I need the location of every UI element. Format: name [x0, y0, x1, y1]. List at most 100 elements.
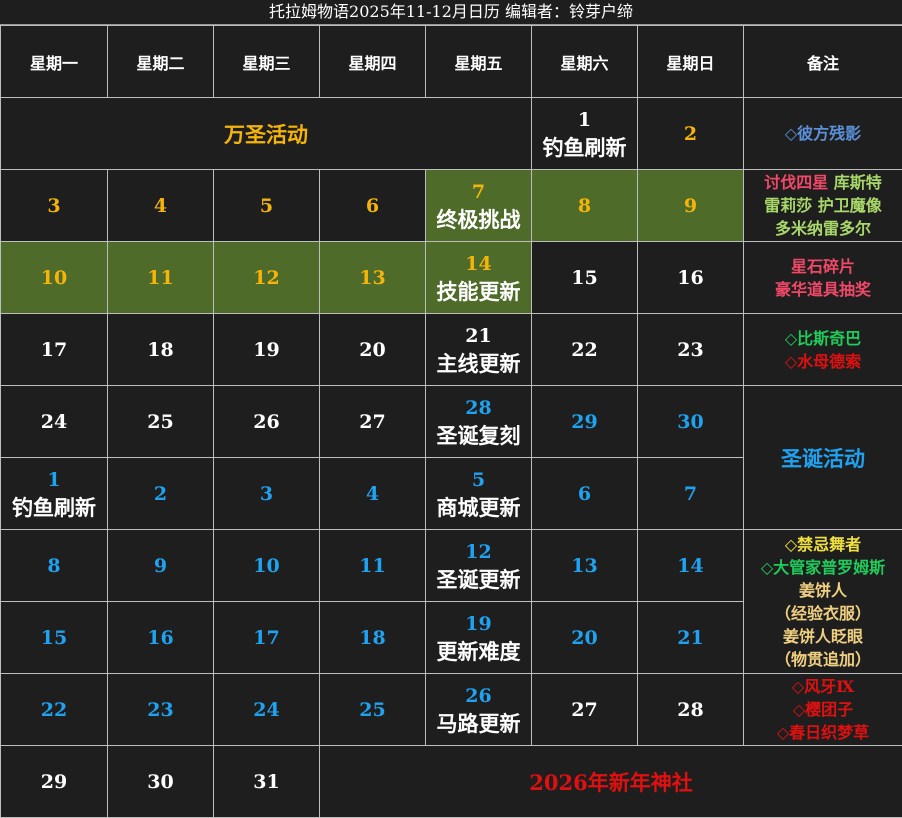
day-cell: 3	[1, 170, 108, 242]
day-cell: 21主线更新	[426, 314, 532, 386]
day-number: 25	[320, 696, 425, 724]
day-cell: 20	[320, 314, 426, 386]
day-number: 17	[214, 624, 319, 652]
day-cell: 2	[638, 98, 744, 170]
header-tue: 星期二	[108, 26, 214, 98]
day-cell: 3	[214, 458, 320, 530]
day-cell: 9	[638, 170, 744, 242]
day-cell: 23	[108, 674, 214, 746]
day-number: 3	[214, 480, 319, 508]
header-thu: 星期四	[320, 26, 426, 98]
note-text: 多米纳雷多尔	[744, 217, 902, 240]
day-cell: 24	[1, 386, 108, 458]
day-cell: 13	[320, 242, 426, 314]
note-cell: 讨伐四星 库斯特 雷莉莎 护卫魔像 多米纳雷多尔	[744, 170, 902, 242]
day-number: 13	[320, 264, 425, 292]
day-cell: 13	[532, 530, 638, 602]
header-sun: 星期日	[638, 26, 744, 98]
day-number: 5	[214, 192, 319, 220]
day-number: 15	[532, 264, 637, 292]
week-row: 22 23 24 25 26马路更新 27 28 ◇风牙Ⅸ ◇樱团子 ◇春日织梦…	[1, 674, 902, 746]
note-text: 姜饼人	[744, 579, 902, 602]
day-cell: 16	[638, 242, 744, 314]
header-sat: 星期六	[532, 26, 638, 98]
day-number: 29	[1, 768, 107, 796]
day-cell: 27	[320, 386, 426, 458]
note-text: （经验衣服）	[744, 602, 902, 625]
note-text: 姜饼人眨眼	[744, 625, 902, 648]
day-cell: 19	[214, 314, 320, 386]
day-cell: 25	[320, 674, 426, 746]
note-text: ◇彼方残影	[744, 122, 902, 145]
day-cell: 9	[108, 530, 214, 602]
day-number: 13	[532, 552, 637, 580]
day-number: 30	[638, 408, 743, 436]
day-number: 11	[108, 264, 213, 292]
day-cell: 29	[1, 746, 108, 818]
day-number: 2	[108, 480, 213, 508]
note-text: ◇大管家普罗姆斯	[744, 556, 902, 579]
header-mon: 星期一	[1, 26, 108, 98]
day-number: 21	[426, 322, 531, 350]
day-event: 圣诞更新	[426, 566, 531, 594]
day-number: 3	[1, 192, 107, 220]
day-number: 9	[638, 192, 743, 220]
day-cell: 7终极挑战	[426, 170, 532, 242]
note-text: ◇樱团子	[744, 698, 902, 721]
day-cell: 18	[108, 314, 214, 386]
day-number: 9	[108, 552, 213, 580]
header-fri: 星期五	[426, 26, 532, 98]
note-cell: ◇彼方残影	[744, 98, 902, 170]
day-number: 19	[214, 336, 319, 364]
note-text: 星石碎片	[744, 255, 902, 278]
note-text: 豪华道具抽奖	[744, 278, 902, 301]
week-row: 29 30 31 2026年新年神社	[1, 746, 902, 818]
day-number: 10	[1, 264, 107, 292]
christmas-event-cell: 圣诞活动	[744, 386, 902, 530]
day-number: 30	[108, 768, 213, 796]
day-event: 技能更新	[426, 278, 531, 306]
halloween-event-label: 万圣活动	[224, 122, 308, 147]
day-number: 29	[532, 408, 637, 436]
day-cell: 27	[532, 674, 638, 746]
week-row: 17 18 19 20 21主线更新 22 23 ◇比斯奇巴 ◇水母德索	[1, 314, 902, 386]
note-cell: ◇禁忌舞者 ◇大管家普罗姆斯 姜饼人 （经验衣服） 姜饼人眨眼 （物贯追加）	[744, 530, 902, 674]
day-cell: 22	[532, 314, 638, 386]
day-number: 11	[320, 552, 425, 580]
day-cell: 28圣诞复刻	[426, 386, 532, 458]
day-number: 24	[1, 408, 107, 436]
week-row: 3 4 5 6 7终极挑战 8 9 讨伐四星 库斯特 雷莉莎 护卫魔像 多米纳雷…	[1, 170, 902, 242]
day-cell: 12	[214, 242, 320, 314]
note-text: 雷莉莎	[764, 196, 812, 215]
note-text: 库斯特	[834, 173, 882, 192]
week-row: 万圣活动 1钓鱼刷新 2 ◇彼方残影	[1, 98, 902, 170]
day-number: 1	[1, 466, 107, 494]
week-row: 10 11 12 13 14技能更新 15 16 星石碎片 豪华道具抽奖	[1, 242, 902, 314]
day-event: 更新难度	[426, 638, 531, 666]
day-cell: 14	[638, 530, 744, 602]
day-cell: 6	[532, 458, 638, 530]
header-notes: 备注	[744, 26, 902, 98]
day-cell: 22	[1, 674, 108, 746]
header-row: 星期一 星期二 星期三 星期四 星期五 星期六 星期日 备注	[1, 26, 902, 98]
day-number: 28	[426, 394, 531, 422]
day-event: 商城更新	[426, 494, 531, 522]
note-text: ◇禁忌舞者	[744, 533, 902, 556]
day-number: 16	[108, 624, 213, 652]
day-cell: 4	[320, 458, 426, 530]
day-number: 17	[1, 336, 107, 364]
day-cell: 4	[108, 170, 214, 242]
note-line: 讨伐四星 库斯特	[744, 171, 902, 194]
note-text: 护卫魔像	[818, 196, 882, 215]
day-number: 5	[426, 466, 531, 494]
day-event: 钓鱼刷新	[532, 134, 637, 162]
day-cell: 1钓鱼刷新	[1, 458, 108, 530]
day-cell: 6	[320, 170, 426, 242]
day-event: 终极挑战	[426, 206, 531, 234]
day-cell: 8	[1, 530, 108, 602]
note-text: ◇比斯奇巴	[744, 327, 902, 350]
day-number: 16	[638, 264, 743, 292]
day-cell: 14技能更新	[426, 242, 532, 314]
day-cell: 15	[1, 602, 108, 674]
day-number: 6	[320, 192, 425, 220]
